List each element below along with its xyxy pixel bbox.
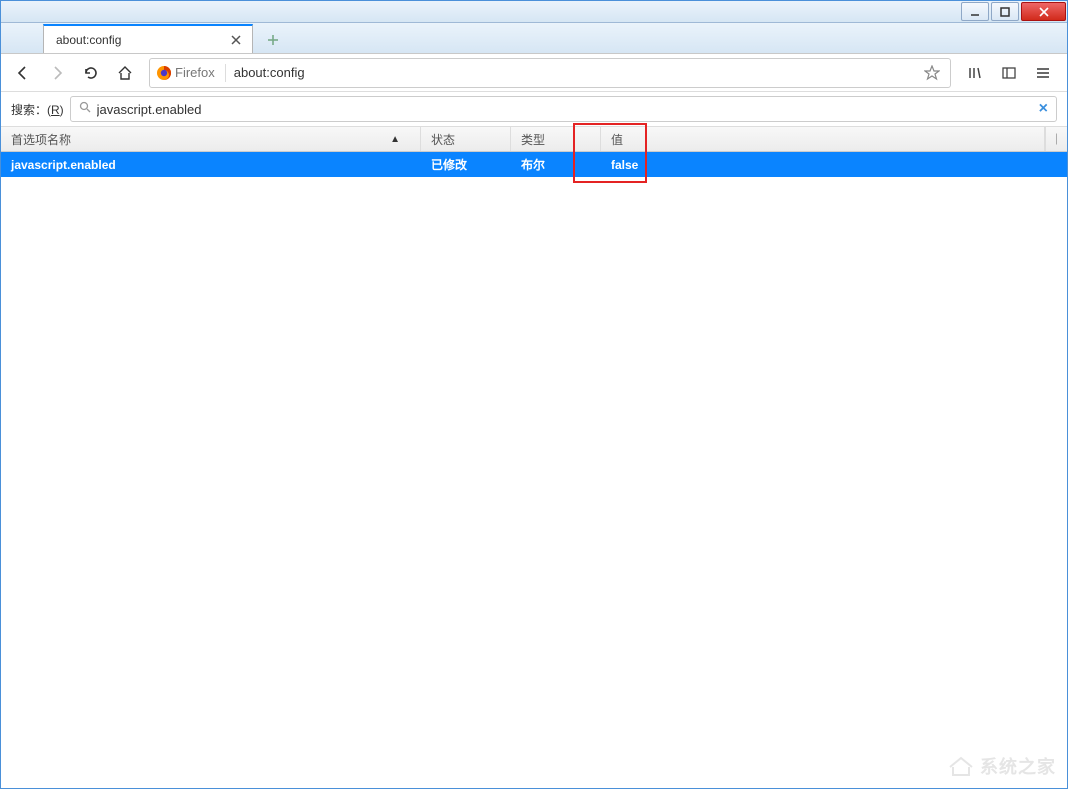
config-table-body: javascript.enabled 已修改 布尔 false [1, 152, 1067, 177]
forward-button[interactable] [41, 57, 73, 89]
bookmark-star-icon[interactable] [920, 65, 944, 81]
clear-search-icon[interactable]: × [1039, 100, 1048, 118]
pref-type: 布尔 [511, 156, 601, 173]
config-table-header: 首选项名称 ▲ 状态 类型 值 [1, 126, 1067, 152]
tab-title: about:config [56, 33, 228, 47]
table-row[interactable]: javascript.enabled 已修改 布尔 false [1, 152, 1067, 177]
tab-aboutconfig[interactable]: about:config [43, 24, 253, 53]
menu-icon[interactable] [1027, 57, 1059, 89]
minimize-button[interactable] [961, 2, 989, 21]
search-label: 搜索：(R) [11, 101, 64, 118]
back-button[interactable] [7, 57, 39, 89]
address-url: about:config [234, 65, 920, 80]
library-icon[interactable] [959, 57, 991, 89]
column-type[interactable]: 类型 [511, 127, 601, 151]
pref-name: javascript.enabled [1, 158, 421, 172]
reload-button[interactable] [75, 57, 107, 89]
address-brand-label: Firefox [175, 65, 215, 80]
tab-strip: about:config [1, 23, 1067, 54]
new-tab-button[interactable] [259, 27, 287, 53]
column-picker-icon[interactable] [1045, 127, 1067, 151]
column-value[interactable]: 值 [601, 127, 1045, 151]
sidebar-icon[interactable] [993, 57, 1025, 89]
tab-close-icon[interactable] [228, 32, 244, 48]
search-input[interactable] [97, 102, 1033, 117]
column-status[interactable]: 状态 [421, 127, 511, 151]
window-titlebar [1, 1, 1067, 23]
maximize-button[interactable] [991, 2, 1019, 21]
watermark: 系统之家 [948, 753, 1056, 779]
pref-value: false [601, 158, 1067, 172]
search-box[interactable]: × [70, 96, 1057, 122]
address-bar[interactable]: Firefox about:config [149, 58, 951, 88]
nav-bar: Firefox about:config [1, 54, 1067, 92]
sort-asc-icon: ▲ [390, 134, 400, 145]
search-icon [79, 100, 91, 118]
close-button[interactable] [1021, 2, 1066, 21]
pref-status: 已修改 [421, 156, 511, 173]
home-button[interactable] [109, 57, 141, 89]
address-separator [225, 64, 226, 82]
column-name[interactable]: 首选项名称 ▲ [1, 127, 421, 151]
firefox-logo-icon [156, 65, 172, 81]
config-search-row: 搜索：(R) × [1, 92, 1067, 126]
